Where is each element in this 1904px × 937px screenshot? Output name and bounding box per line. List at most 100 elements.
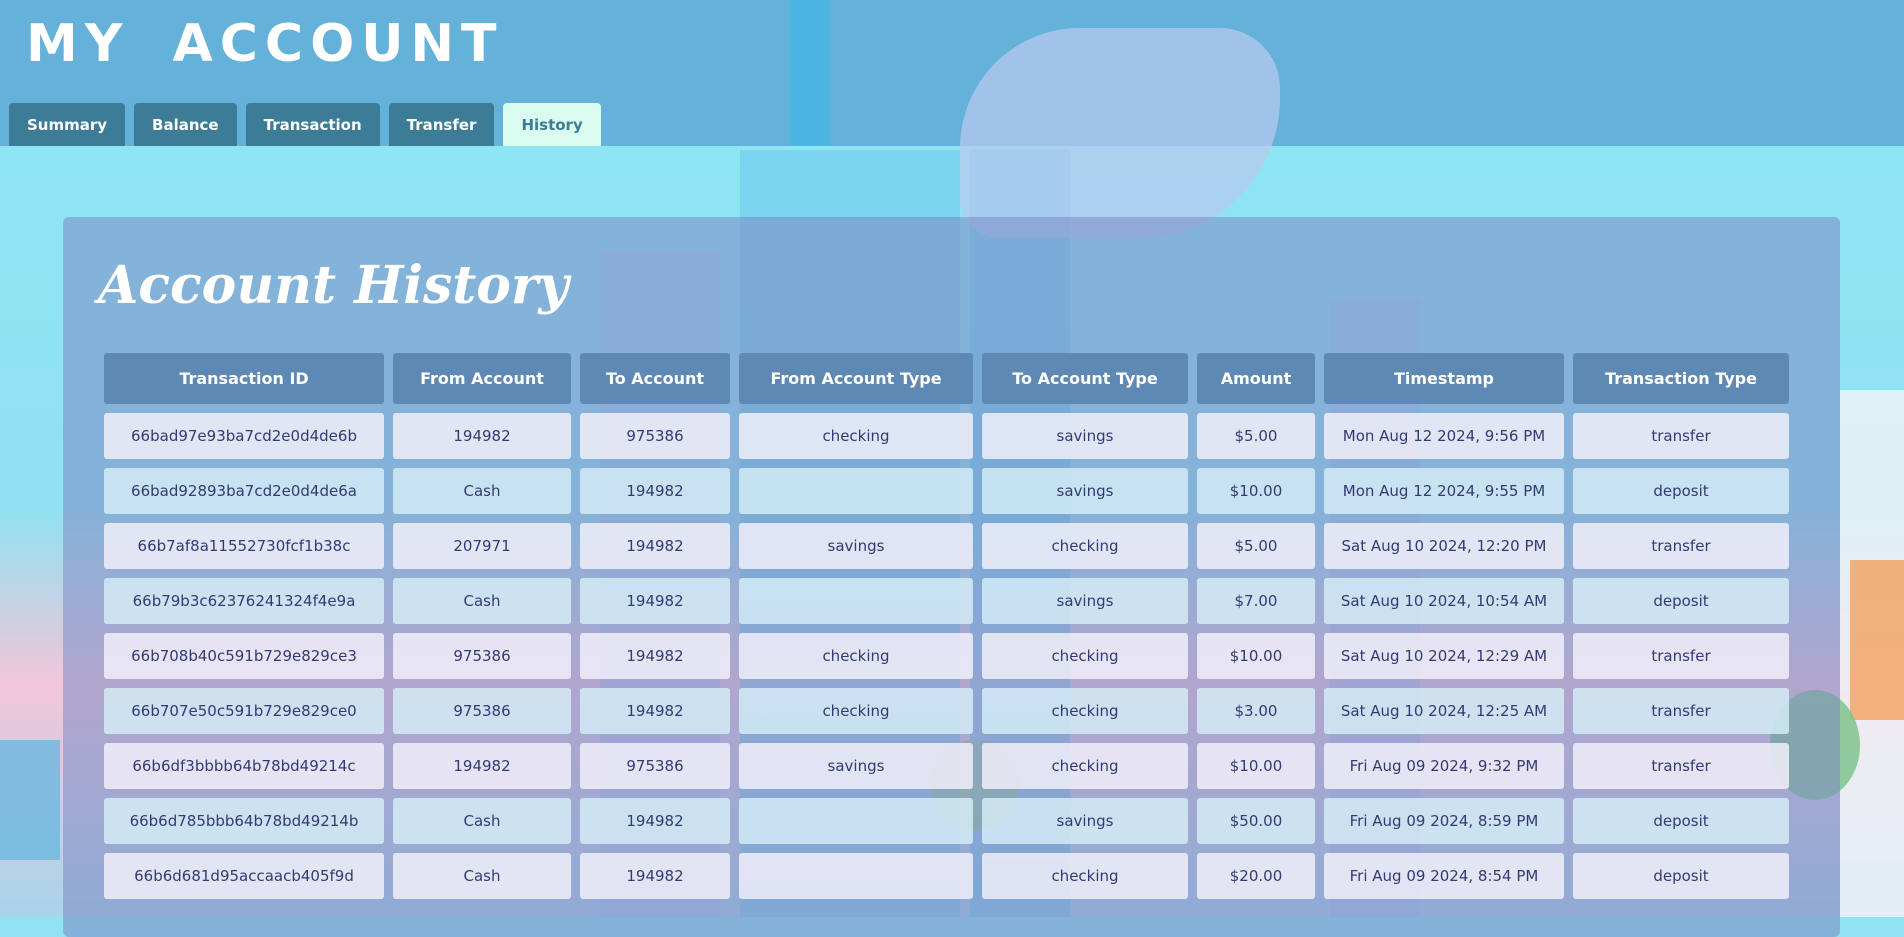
cell-transaction-id: 66b6df3bbbb64b78bd49214c [104, 743, 384, 789]
cell-timestamp: Sat Aug 10 2024, 12:25 AM [1324, 688, 1564, 734]
tab-summary[interactable]: Summary [9, 103, 126, 146]
tab-balance[interactable]: Balance [134, 103, 237, 146]
cell-transaction-type: deposit [1573, 853, 1789, 899]
cell-to-account-type: savings [982, 578, 1188, 624]
col-to-account-type[interactable]: To Account Type [982, 353, 1188, 404]
cell-transaction-id: 66b79b3c62376241324f4e9a [104, 578, 384, 624]
cell-to-account-type: savings [982, 413, 1188, 459]
cell-amount: $10.00 [1197, 468, 1315, 514]
cell-transaction-id: 66b7af8a11552730fcf1b38c [104, 523, 384, 569]
building [0, 740, 60, 860]
cell-transaction-type: deposit [1573, 468, 1789, 514]
table-header: Transaction ID From Account To Account F… [104, 353, 1789, 404]
cell-amount: $10.00 [1197, 743, 1315, 789]
cell-from-account: 975386 [393, 633, 571, 679]
col-from-account[interactable]: From Account [393, 353, 571, 404]
cell-from-account: 207971 [393, 523, 571, 569]
tab-bar: Summary Balance Transaction Transfer His… [9, 103, 601, 146]
cell-to-account-type: checking [982, 688, 1188, 734]
cell-amount: $5.00 [1197, 413, 1315, 459]
table-row: 66bad97e93ba7cd2e0d4de6b 194982 975386 chec… [104, 413, 1789, 459]
header-row: Transaction ID From Account To Account F… [104, 353, 1789, 404]
col-transaction-type[interactable]: Transaction Type [1573, 353, 1789, 404]
tab-transfer[interactable]: Transfer [388, 103, 495, 146]
cell-to-account-type: savings [982, 798, 1188, 844]
cell-from-account-type [739, 798, 973, 844]
col-timestamp[interactable]: Timestamp [1324, 353, 1564, 404]
col-to-account[interactable]: To Account [580, 353, 730, 404]
cell-transaction-type: transfer [1573, 523, 1789, 569]
cell-transaction-id: 66b707e50c591b729e829ce0 [104, 688, 384, 734]
col-amount[interactable]: Amount [1197, 353, 1315, 404]
app-title: MY ACCOUNT [26, 14, 504, 74]
cell-amount: $7.00 [1197, 578, 1315, 624]
cell-transaction-type: deposit [1573, 798, 1789, 844]
page-title: Account History [98, 255, 569, 316]
cell-transaction-type: transfer [1573, 413, 1789, 459]
table-row: 66b6d785bbb64b78bd49214b Cash 194982 saving… [104, 798, 1789, 844]
cell-to-account: 194982 [580, 468, 730, 514]
tab-history[interactable]: History [503, 103, 601, 146]
cell-from-account-type: checking [739, 633, 973, 679]
cell-from-account: 194982 [393, 743, 571, 789]
cell-to-account-type: checking [982, 853, 1188, 899]
cell-timestamp: Sat Aug 10 2024, 10:54 AM [1324, 578, 1564, 624]
history-panel: Account History Transaction ID From Acco… [63, 217, 1840, 937]
cell-to-account: 194982 [580, 633, 730, 679]
cell-transaction-type: transfer [1573, 633, 1789, 679]
table-row: 66b7af8a11552730fcf1b38c 207971 194982 savi… [104, 523, 1789, 569]
cell-from-account: Cash [393, 578, 571, 624]
top-bar: MY ACCOUNT Summary Balance Transaction T… [0, 0, 1904, 238]
cell-transaction-id: 66b708b40c591b729e829ce3 [104, 633, 384, 679]
tower-decoration [790, 0, 830, 146]
cell-timestamp: Fri Aug 09 2024, 8:54 PM [1324, 853, 1564, 899]
col-from-account-type[interactable]: From Account Type [739, 353, 973, 404]
cell-transaction-id: 66b6d681d95accaacb405f9d [104, 853, 384, 899]
cell-to-account: 975386 [580, 413, 730, 459]
cell-to-account: 194982 [580, 523, 730, 569]
cell-amount: $10.00 [1197, 633, 1315, 679]
table-row: 66b707e50c591b729e829ce0 975386 194982 chec… [104, 688, 1789, 734]
table-row: 66b708b40c591b729e829ce3 975386 194982 chec… [104, 633, 1789, 679]
cell-to-account: 194982 [580, 578, 730, 624]
cell-transaction-type: deposit [1573, 578, 1789, 624]
cell-amount: $20.00 [1197, 853, 1315, 899]
cell-from-account: Cash [393, 853, 571, 899]
building [1850, 560, 1904, 720]
cell-to-account-type: checking [982, 743, 1188, 789]
col-transaction-id[interactable]: Transaction ID [104, 353, 384, 404]
cell-timestamp: Fri Aug 09 2024, 9:32 PM [1324, 743, 1564, 789]
cell-transaction-id: 66b6d785bbb64b78bd49214b [104, 798, 384, 844]
cell-from-account-type: savings [739, 523, 973, 569]
cell-amount: $5.00 [1197, 523, 1315, 569]
tab-transaction[interactable]: Transaction [245, 103, 380, 146]
cell-to-account-type: checking [982, 633, 1188, 679]
cell-to-account: 975386 [580, 743, 730, 789]
cell-amount: $3.00 [1197, 688, 1315, 734]
cell-timestamp: Sat Aug 10 2024, 12:20 PM [1324, 523, 1564, 569]
cell-to-account: 194982 [580, 688, 730, 734]
cell-from-account-type: savings [739, 743, 973, 789]
table-row: 66bad92893ba7cd2e0d4de6a Cash 194982 saving… [104, 468, 1789, 514]
cell-from-account-type: checking [739, 413, 973, 459]
cell-from-account: 194982 [393, 413, 571, 459]
cell-from-account-type [739, 578, 973, 624]
cell-from-account-type: checking [739, 688, 973, 734]
cell-timestamp: Mon Aug 12 2024, 9:55 PM [1324, 468, 1564, 514]
cell-timestamp: Fri Aug 09 2024, 8:59 PM [1324, 798, 1564, 844]
table-row: 66b6df3bbbb64b78bd49214c 194982 975386 savi… [104, 743, 1789, 789]
cell-transaction-type: transfer [1573, 743, 1789, 789]
cell-amount: $50.00 [1197, 798, 1315, 844]
cell-transaction-id: 66bad97e93ba7cd2e0d4de6b [104, 413, 384, 459]
cell-from-account-type [739, 468, 973, 514]
cell-from-account: 975386 [393, 688, 571, 734]
cell-timestamp: Mon Aug 12 2024, 9:56 PM [1324, 413, 1564, 459]
cell-to-account-type: savings [982, 468, 1188, 514]
cell-to-account: 194982 [580, 853, 730, 899]
cell-transaction-id: 66bad92893ba7cd2e0d4de6a [104, 468, 384, 514]
cell-from-account: Cash [393, 798, 571, 844]
table-row: 66b6d681d95accaacb405f9d Cash 194982 checki… [104, 853, 1789, 899]
cell-transaction-type: transfer [1573, 688, 1789, 734]
table-row: 66b79b3c62376241324f4e9a Cash 194982 saving… [104, 578, 1789, 624]
table-body: 66bad97e93ba7cd2e0d4de6b 194982 975386 chec… [104, 413, 1789, 899]
